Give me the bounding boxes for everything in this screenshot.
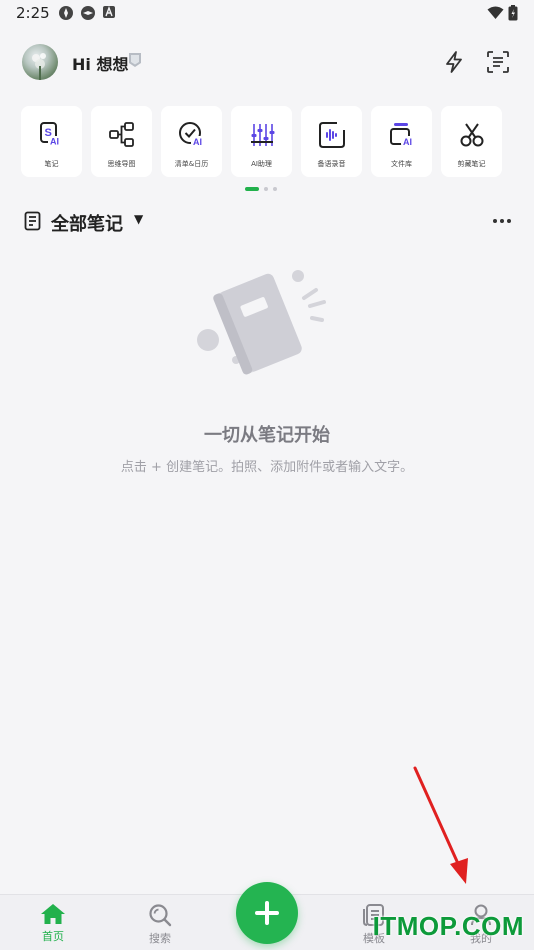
watermark-text: ITMOP.COM: [372, 911, 524, 941]
more-dots-icon: [493, 219, 511, 223]
svg-text:AI: AI: [403, 137, 412, 147]
nav-home[interactable]: 首页: [23, 903, 83, 944]
ai-assistant-icon: [247, 120, 277, 150]
plus-icon: [255, 901, 279, 925]
tool-label: 清单&日历: [174, 160, 209, 168]
lightning-icon: [446, 51, 462, 73]
avatar-photo-icon: [32, 53, 46, 80]
caret-down-icon[interactable]: ▼: [134, 212, 143, 226]
status-notification-icons: [58, 5, 116, 21]
tool-label: 剪藏笔记: [457, 160, 486, 168]
notebook-icon: [24, 211, 41, 231]
scan-button[interactable]: [484, 48, 512, 76]
svg-text:AI: AI: [50, 137, 59, 147]
notes-section-header: 全部笔记 ▼: [24, 206, 514, 236]
notes-filter-dropdown[interactable]: 全部笔记: [51, 210, 123, 236]
notification-app-icon: [59, 6, 73, 20]
wifi-icon: [487, 6, 504, 19]
tool-file-library[interactable]: AI 文件库: [371, 106, 432, 177]
ai-note-icon: S AI: [37, 120, 67, 150]
home-icon: [41, 904, 65, 924]
voice-record-icon: [317, 120, 347, 150]
page-dot-active: [245, 187, 259, 191]
status-system-icons: [487, 5, 518, 21]
svg-text:AI: AI: [193, 137, 202, 147]
user-greeting: Hi 想想: [72, 55, 129, 74]
tool-label: 备语录音: [317, 160, 346, 168]
notification-app-icon: [81, 6, 95, 20]
nav-home-label: 首页: [42, 930, 64, 943]
page-dot: [273, 187, 277, 191]
clip-note-icon: [457, 120, 487, 150]
tool-mindmap[interactable]: 思维导图: [91, 106, 152, 177]
tool-note[interactable]: S AI 笔记: [21, 106, 82, 177]
status-time: 2:25: [16, 4, 50, 22]
create-note-button[interactable]: [236, 882, 298, 944]
more-options-button[interactable]: [490, 206, 514, 236]
tool-label: AI助理: [251, 160, 272, 168]
tool-ai-assistant[interactable]: AI助理: [231, 106, 292, 177]
tool-voice-record[interactable]: 备语录音: [301, 106, 362, 177]
tool-label: 文件库: [391, 160, 412, 168]
tool-clip-note[interactable]: 剪藏笔记: [441, 106, 502, 177]
nav-search-label: 搜索: [149, 932, 171, 945]
tool-label: 思维导图: [107, 160, 136, 168]
flash-button[interactable]: [440, 48, 468, 76]
file-library-icon: AI: [387, 120, 417, 150]
empty-state-subtitle: 点击 + 创建笔记。拍照、添加附件或者输入文字。: [120, 460, 414, 475]
red-arrow-annotation: [413, 766, 468, 884]
mindmap-icon: [107, 120, 137, 150]
checklist-ai-icon: AI: [177, 120, 207, 150]
battery-icon: [508, 5, 518, 21]
tool-label: 笔记: [44, 160, 59, 168]
page-dot: [264, 187, 268, 191]
search-icon: [149, 904, 172, 927]
tool-checklist-calendar[interactable]: AI 清单&日历: [161, 106, 222, 177]
page-indicator: [245, 187, 277, 191]
avatar[interactable]: [22, 44, 58, 80]
empty-notes-illustration: [197, 270, 326, 375]
nav-search[interactable]: 搜索: [130, 903, 190, 946]
scan-icon: [487, 51, 509, 73]
empty-state-title: 一切从笔记开始: [204, 425, 330, 446]
tool-shortcuts: S AI 笔记 思维导图 AI 清单&日历 AI助理 备语录音 AI 文件库 剪…: [21, 106, 513, 178]
status-bar: 2:25: [0, 0, 534, 28]
notification-a-icon: [103, 6, 115, 18]
membership-badge-icon[interactable]: [128, 52, 142, 68]
header: Hi 想想: [22, 42, 512, 82]
